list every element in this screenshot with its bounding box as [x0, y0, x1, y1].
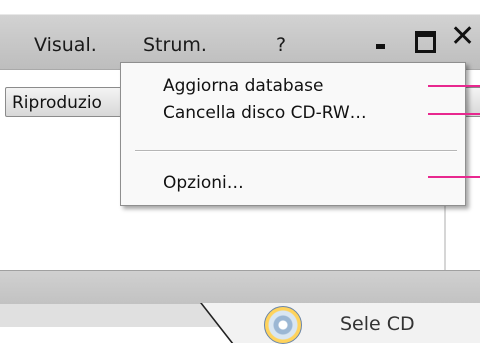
maximize-icon[interactable]: [415, 31, 436, 53]
callout-line-opzioni: [428, 176, 480, 178]
strumenti-dropdown-menu: Aggiorna database Cancella disco CD-RW… …: [120, 62, 466, 206]
close-icon[interactable]: ✕: [450, 22, 475, 52]
cd-disc-icon: [264, 306, 302, 344]
minimize-icon[interactable]: [376, 44, 385, 49]
menu-item-aggiorna-database[interactable]: Aggiorna database: [163, 76, 323, 96]
callout-line-cancella: [428, 113, 480, 115]
menu-strumenti[interactable]: Strum.: [143, 34, 207, 56]
callout-line-aggiorna: [428, 85, 480, 87]
menu-visual[interactable]: Visual.: [34, 34, 97, 56]
menu-item-opzioni[interactable]: Opzioni…: [163, 173, 244, 193]
top-strip: [0, 0, 480, 14]
menu-help[interactable]: ?: [276, 34, 286, 56]
menu-separator-highlight: [135, 151, 457, 152]
menu-item-cancella-disco[interactable]: Cancella disco CD-RW…: [163, 103, 367, 123]
tab-select-cd-label: Sele CD: [340, 313, 415, 335]
bottom-toolbar: [0, 270, 480, 305]
